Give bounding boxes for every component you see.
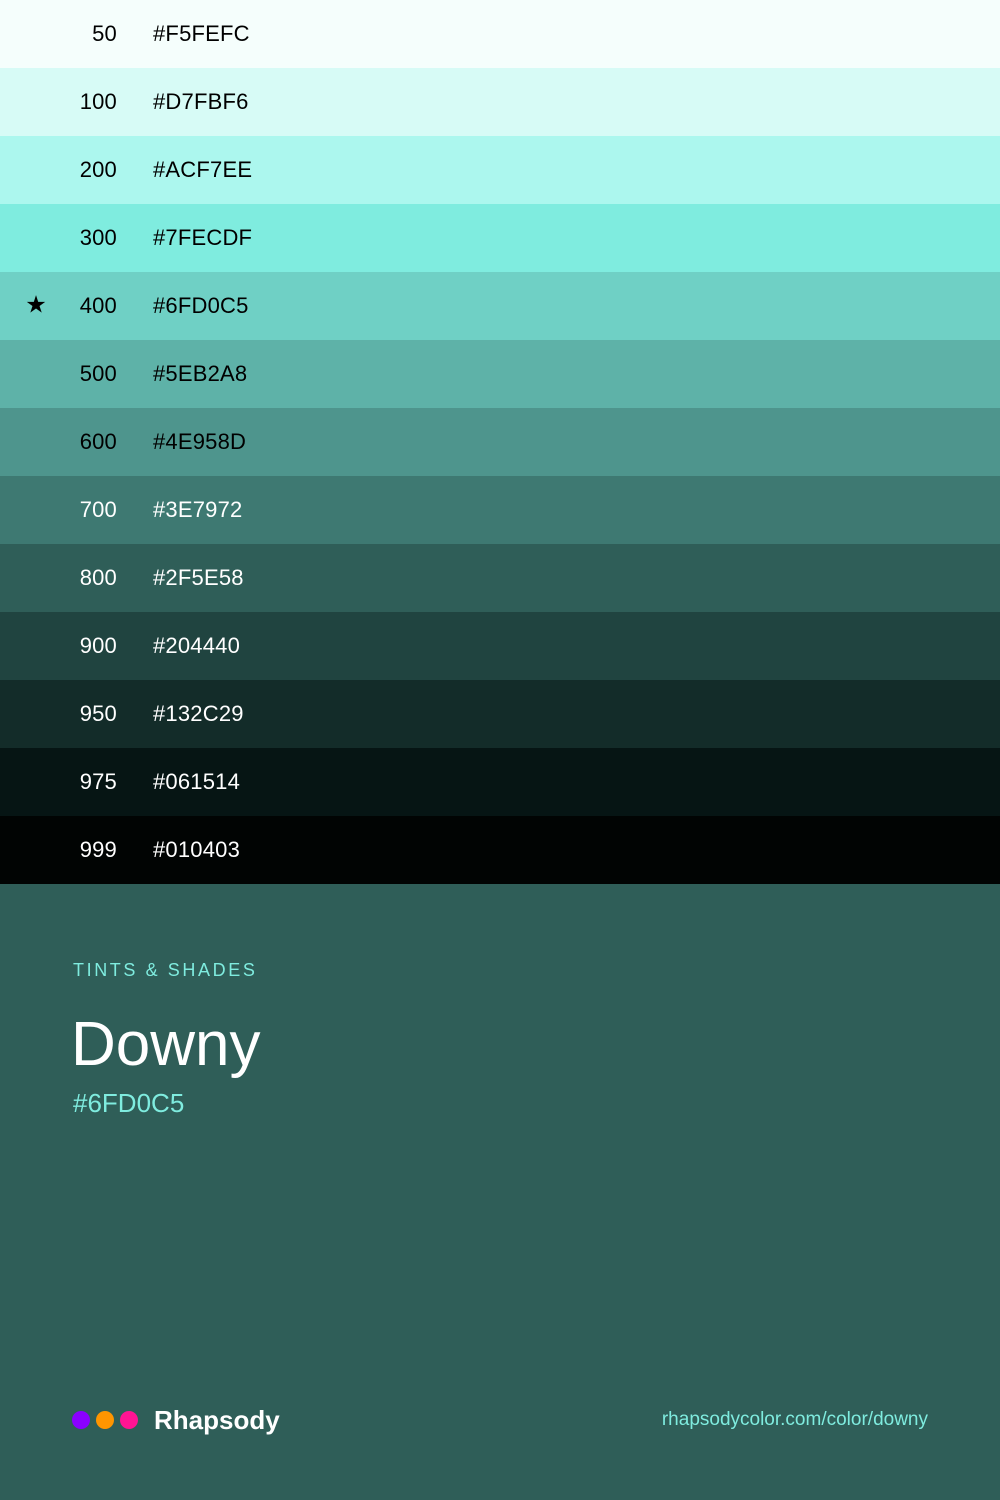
swatch-step: 800: [79, 565, 117, 590]
info-panel: TINTS & SHADES Downy #6FD0C5 Rhapsody rh…: [0, 886, 1000, 1500]
swatch-row-800[interactable]: 800 #2F5E58: [0, 544, 1000, 612]
swatch-step: 950: [79, 701, 117, 726]
swatch-hex[interactable]: #2F5E58: [153, 565, 244, 591]
base-color-star-icon: ★: [25, 291, 47, 319]
color-name-title: Downy: [71, 1010, 261, 1079]
logo-dot-orange-icon: [96, 1411, 114, 1429]
color-hex-value: #6FD0C5: [73, 1088, 185, 1118]
swatch-hex[interactable]: #132C29: [153, 701, 244, 727]
swatch-hex[interactable]: #204440: [153, 633, 240, 659]
swatch-row-100[interactable]: 100 #D7FBF6: [0, 68, 1000, 136]
swatch-hex[interactable]: #ACF7EE: [153, 157, 252, 183]
swatch-row-400[interactable]: ★ 400 #6FD0C5: [0, 272, 1000, 340]
section-eyebrow: TINTS & SHADES: [73, 960, 258, 980]
swatch-step: 400: [79, 293, 117, 318]
swatch-row-950[interactable]: 950 #132C29: [0, 680, 1000, 748]
swatch-row-975[interactable]: 975 #061514: [0, 748, 1000, 816]
swatch-row-600[interactable]: 600 #4E958D: [0, 408, 1000, 476]
color-page-link[interactable]: rhapsodycolor.com/color/downy: [662, 1409, 928, 1431]
swatch-step: 200: [79, 157, 117, 182]
swatch-step: 500: [79, 361, 117, 386]
logo-dot-pink-icon: [120, 1411, 138, 1429]
swatch-row-999[interactable]: 999 #010403: [0, 816, 1000, 884]
swatch-row-900[interactable]: 900 #204440: [0, 612, 1000, 680]
swatch-step: 999: [79, 837, 117, 862]
swatch-hex[interactable]: #F5FEFC: [153, 21, 250, 47]
swatch-step: 50: [92, 21, 117, 46]
swatch-step: 900: [79, 633, 117, 658]
swatch-row-300[interactable]: 300 #7FECDF: [0, 204, 1000, 272]
swatch-hex[interactable]: #4E958D: [153, 429, 246, 455]
swatch-step: 975: [79, 769, 117, 794]
swatch-row-200[interactable]: 200 #ACF7EE: [0, 136, 1000, 204]
swatch-step: 700: [79, 497, 117, 522]
swatch-hex[interactable]: #D7FBF6: [153, 89, 249, 115]
swatch-step: 100: [79, 89, 117, 114]
swatch-hex[interactable]: #5EB2A8: [153, 361, 247, 387]
swatch-hex[interactable]: #3E7972: [153, 497, 243, 523]
swatch-hex[interactable]: #010403: [153, 837, 240, 863]
swatch-row-500[interactable]: 500 #5EB2A8: [0, 340, 1000, 408]
swatch-hex[interactable]: #6FD0C5: [153, 293, 249, 319]
swatch-step: 300: [79, 225, 117, 250]
swatch-row-700[interactable]: 700 #3E7972: [0, 476, 1000, 544]
brand-name: Rhapsody: [154, 1404, 280, 1435]
brand-logo[interactable]: Rhapsody: [72, 1403, 280, 1437]
swatch-hex[interactable]: #7FECDF: [153, 225, 252, 251]
swatch-step: 600: [79, 429, 117, 454]
swatch-row-50[interactable]: 50 #F5FEFC: [0, 0, 1000, 68]
swatch-hex[interactable]: #061514: [153, 769, 240, 795]
logo-dot-purple-icon: [72, 1411, 90, 1429]
swatch-list: 50 #F5FEFC 100 #D7FBF6 200 #ACF7EE 300 #7FECDF ★…: [0, 0, 1000, 884]
